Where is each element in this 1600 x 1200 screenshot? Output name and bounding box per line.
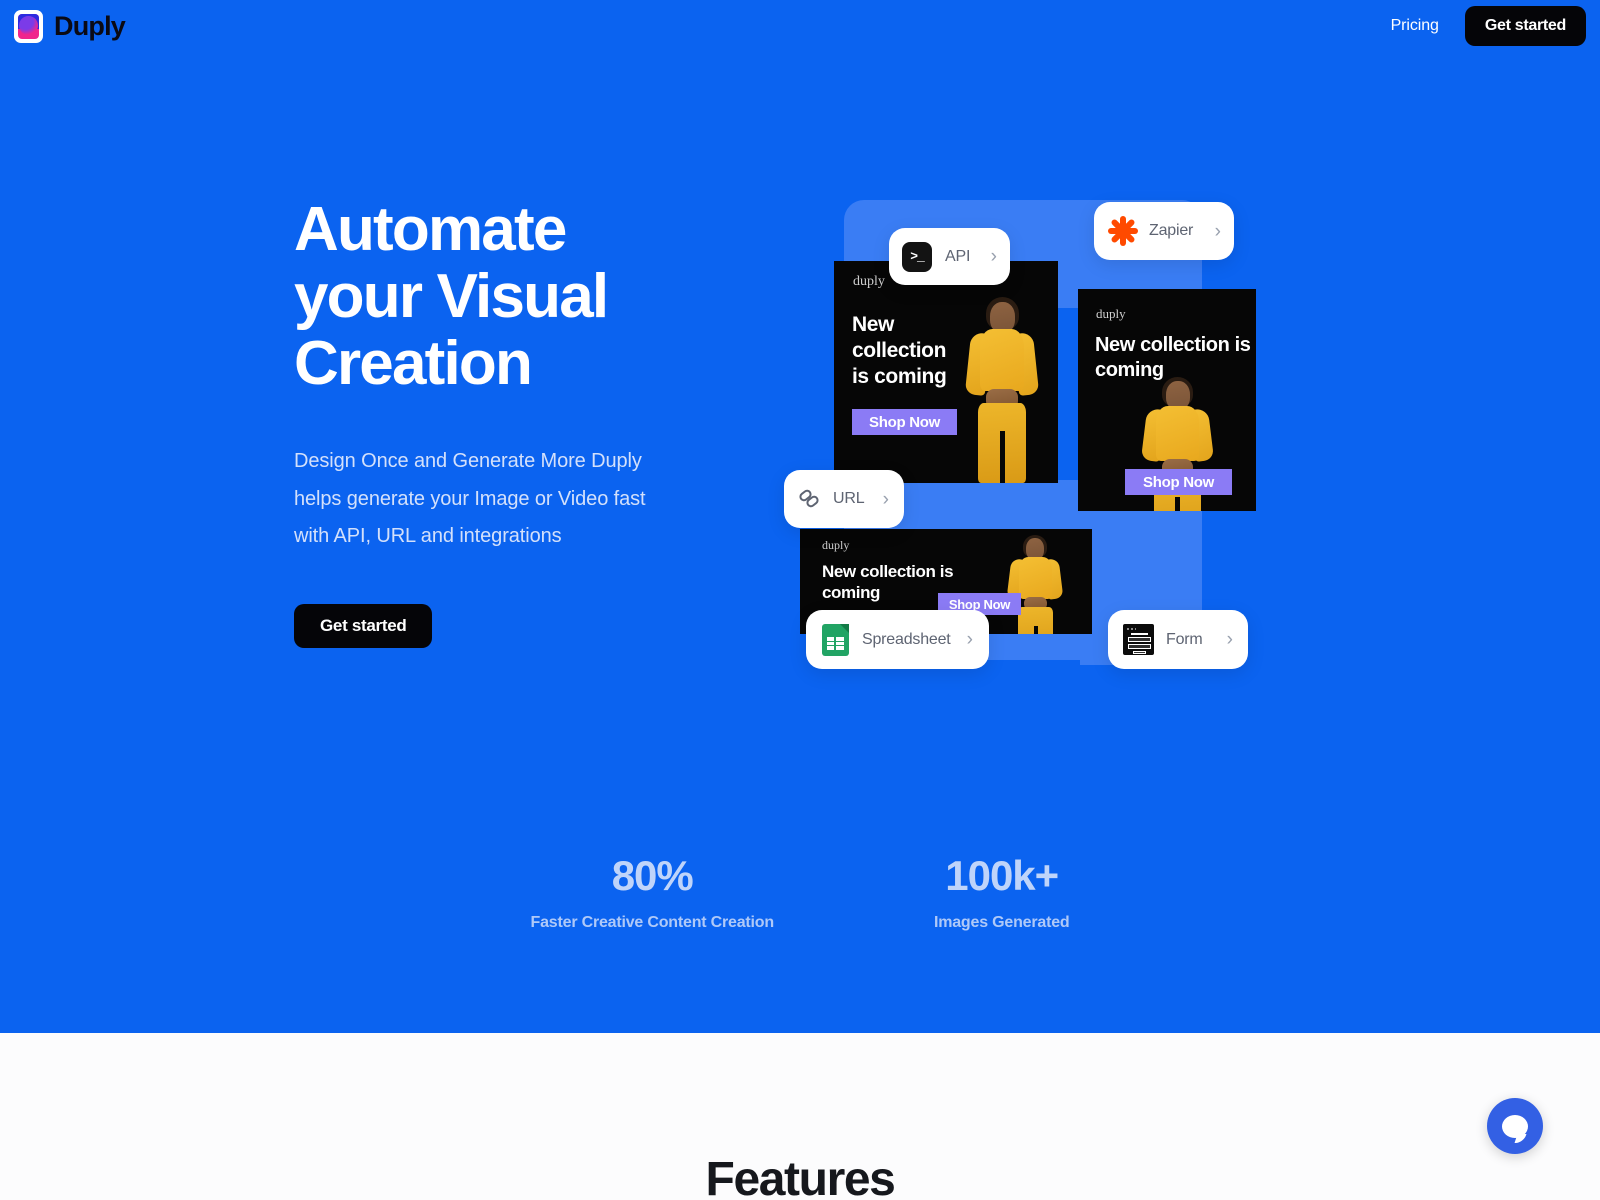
features-section: Features xyxy=(0,1033,1600,1200)
chevron-right-icon: › xyxy=(966,629,973,650)
integration-chip-label: API xyxy=(945,247,971,265)
integration-chip-zapier[interactable]: Zapier › xyxy=(1094,202,1234,260)
stat-item: 100k+ Images Generated xyxy=(934,855,1070,932)
chevron-right-icon: › xyxy=(882,488,889,510)
brand-name: Duply xyxy=(54,10,126,41)
hero-title-line-3: Creation xyxy=(294,329,533,398)
brand-logo[interactable]: Duply xyxy=(14,9,126,43)
top-navigation-bar: Duply Pricing Get started xyxy=(0,0,1600,52)
chat-widget-button[interactable] xyxy=(1487,1098,1543,1154)
hero-title-line-2: your Visual xyxy=(294,262,609,331)
nav-actions: Pricing Get started xyxy=(1391,6,1586,46)
zapier-icon xyxy=(1107,215,1139,247)
integration-chip-form[interactable]: Form › xyxy=(1108,610,1248,669)
stat-value: 80% xyxy=(611,852,694,899)
stat-value: 100k+ xyxy=(945,852,1059,899)
stat-label: Images Generated xyxy=(933,914,1070,931)
nav-get-started-button[interactable]: Get started xyxy=(1464,6,1586,46)
integration-chip-label: Zapier xyxy=(1149,222,1194,239)
integration-chip-api[interactable]: >_ API › xyxy=(889,228,1010,285)
terminal-icon: >_ xyxy=(902,241,932,272)
duply-logo-icon xyxy=(14,9,43,43)
creative-model-image xyxy=(952,297,1052,483)
creative-shop-now-button[interactable]: Shop Now xyxy=(1125,469,1232,495)
integration-chip-url[interactable]: URL › xyxy=(784,470,904,528)
integration-chip-label: Spreadsheet xyxy=(862,630,951,648)
chat-bubble-icon xyxy=(1502,1114,1528,1138)
page-title: Automate your Visual Creation xyxy=(294,196,734,397)
chevron-right-icon: › xyxy=(1214,220,1221,242)
creative-model-image xyxy=(996,535,1074,634)
google-sheets-icon xyxy=(822,623,849,656)
stat-label: Faster Creative Content Creation xyxy=(530,914,775,931)
hero-graphic: duply New collection is coming Shop Now … xyxy=(780,190,1280,680)
hero-title-line-1: Automate xyxy=(294,195,567,264)
creative-headline: New collection is coming xyxy=(1095,334,1251,381)
link-icon xyxy=(797,487,821,510)
hero-get-started-button[interactable]: Get started xyxy=(294,603,433,648)
form-icon xyxy=(1123,624,1154,655)
integration-chip-spreadsheet[interactable]: Spreadsheet › xyxy=(806,610,989,669)
chevron-right-icon: › xyxy=(1226,629,1233,650)
integration-chip-label: Form xyxy=(1166,630,1203,648)
creative-card: duply New collection is coming Shop Now xyxy=(1078,289,1256,511)
creative-watermark: duply xyxy=(822,538,850,552)
chevron-right-icon: › xyxy=(990,246,997,267)
creative-watermark: duply xyxy=(853,274,885,289)
creative-headline: New collection is coming xyxy=(852,313,947,388)
hero-copy: Automate your Visual Creation Design Onc… xyxy=(294,196,734,648)
integration-chip-label: URL xyxy=(833,490,865,507)
landing-page: Duply Pricing Get started Automate your … xyxy=(0,0,1600,1200)
stat-item: 80% Faster Creative Content Creation xyxy=(530,852,775,932)
creative-shop-now-button[interactable]: Shop Now xyxy=(852,409,957,435)
stats-row: 80% Faster Creative Content Creation 100… xyxy=(0,855,1600,932)
hero-subtitle: Design Once and Generate More Duply help… xyxy=(294,450,646,547)
creative-watermark: duply xyxy=(1096,306,1126,321)
features-title: Features xyxy=(705,1153,896,1200)
nav-link-pricing[interactable]: Pricing xyxy=(1391,17,1439,35)
creative-card: duply New collection is coming Shop Now xyxy=(834,261,1058,483)
hero-section: Duply Pricing Get started Automate your … xyxy=(0,0,1600,1033)
